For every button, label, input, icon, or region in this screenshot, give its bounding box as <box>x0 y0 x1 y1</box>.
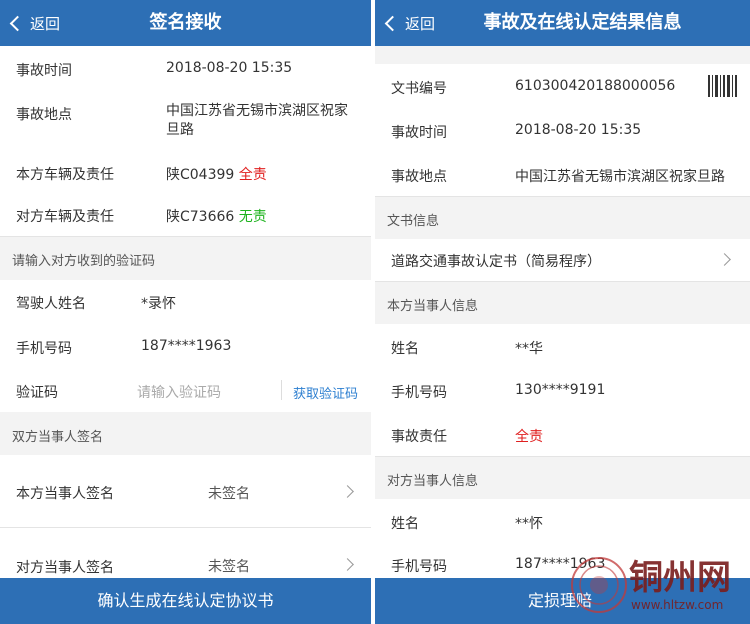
chevron-right-icon <box>341 558 354 571</box>
own-vehicle-row: 本方车辆及责任 陕C04399 全责 <box>0 152 371 195</box>
accident-time-value: 2018-08-20 15:35 <box>515 122 642 138</box>
other-signature-row[interactable]: 对方当事人签名 未签名 <box>0 528 371 578</box>
doc-number-value: 610300420188000056 <box>515 78 676 94</box>
own-responsibility-label: 事故责任 <box>391 429 447 445</box>
other-signature-label: 对方当事人签名 <box>16 560 114 576</box>
accident-time-row: 事故时间 2018-08-20 15:35 <box>0 46 371 91</box>
confirm-generate-button[interactable]: 确认生成在线认定协议书 <box>0 578 371 624</box>
accident-time-row: 事故时间 2018-08-20 15:35 <box>375 108 750 153</box>
own-name-value: **华 <box>515 341 543 357</box>
own-signature-row[interactable]: 本方当事人签名 未签名 <box>0 455 371 528</box>
accident-place-value: 中国江苏省无锡市滨湖区祝家旦路 <box>166 103 348 138</box>
verification-code-label: 验证码 <box>16 385 58 401</box>
barcode-icon[interactable] <box>708 75 739 97</box>
own-vehicle-label: 本方车辆及责任 <box>16 167 114 183</box>
other-phone-label: 手机号码 <box>391 559 447 575</box>
own-party-section-header: 本方当事人信息 <box>375 282 750 324</box>
own-name-row: 姓名 **华 <box>375 324 750 369</box>
page-title: 签名接收 <box>149 12 222 33</box>
signature-section-header: 双方当事人签名 <box>0 412 371 454</box>
accident-place-label: 事故地点 <box>391 169 447 185</box>
verification-code-row: 验证码 请输入验证码 获取验证码 <box>0 368 371 413</box>
own-plate: 陕C04399 <box>166 167 235 183</box>
driver-name-row: 驾驶人姓名 *录怀 <box>0 280 371 325</box>
own-phone-row: 手机号码 130****9191 <box>375 368 750 413</box>
verification-code-input[interactable]: 请输入验证码 <box>137 382 272 402</box>
accident-place-row: 事故地点 中国江苏省无锡市滨湖区祝家旦路 <box>375 152 750 197</box>
doc-number-label: 文书编号 <box>391 81 447 97</box>
own-signature-status: 未签名 <box>208 486 250 502</box>
own-signature-label: 本方当事人签名 <box>16 486 114 502</box>
driver-name-value: *录怀 <box>141 296 176 312</box>
sign-receive-screen: 返回 签名接收 事故时间 2018-08-20 15:35 事故地点 中国江苏省… <box>0 0 371 624</box>
chevron-right-icon <box>341 485 354 498</box>
chevron-right-icon <box>718 253 731 266</box>
accident-time-label: 事故时间 <box>391 125 447 141</box>
get-code-button[interactable]: 获取验证码 <box>293 383 358 402</box>
top-bar: 返回 签名接收 <box>0 0 371 46</box>
accident-place-label: 事故地点 <box>16 107 72 123</box>
own-responsibility-row: 事故责任 全责 <box>375 412 750 457</box>
other-vehicle-row: 对方车辆及责任 陕C73666 无责 <box>0 194 371 237</box>
other-signature-status: 未签名 <box>208 559 250 575</box>
doc-number-row: 文书编号 610300420188000056 <box>375 64 750 109</box>
own-responsibility: 全责 <box>238 167 267 183</box>
accident-place-row: 事故地点 中国江苏省无锡市滨湖区祝家旦路 <box>0 90 371 153</box>
verify-section-title: 请输入对方收到的验证码 <box>12 254 156 269</box>
other-vehicle-label: 对方车辆及责任 <box>16 209 114 225</box>
own-phone-value: 130****9191 <box>515 382 606 398</box>
driver-name-label: 驾驶人姓名 <box>16 296 86 312</box>
watermark-logo: 铜州网 www.hltzw.com <box>569 550 744 620</box>
page-title: 事故及在线认定结果信息 <box>483 12 682 33</box>
other-party-section-header: 对方当事人信息 <box>375 457 750 499</box>
other-name-row: 姓名 **怀 <box>375 499 750 544</box>
accident-place-value: 中国江苏省无锡市滨湖区祝家旦路 <box>515 169 725 185</box>
other-name-value: **怀 <box>515 516 543 532</box>
doc-section-header: 文书信息 <box>375 197 750 239</box>
watermark-text: 铜州网 <box>629 558 731 598</box>
accident-time-label: 事故时间 <box>16 63 72 79</box>
signature-section-title: 双方当事人签名 <box>12 430 104 445</box>
verify-section-header: 请输入对方收到的验证码 <box>0 237 371 279</box>
doc-section-title: 文书信息 <box>387 214 440 229</box>
watermark-url: www.hltzw.com <box>631 598 724 612</box>
other-plate: 陕C73666 <box>166 209 235 225</box>
result-info-screen: 返回 事故及在线认定结果信息 文书编号 610300420188000056 事… <box>375 0 750 624</box>
own-phone-label: 手机号码 <box>391 385 447 401</box>
other-name-label: 姓名 <box>391 516 419 532</box>
own-responsibility-value: 全责 <box>515 429 543 445</box>
input-divider <box>281 380 282 400</box>
accident-certificate-label: 道路交通事故认定书（简易程序） <box>391 254 601 270</box>
phone-value: 187****1963 <box>141 338 232 354</box>
phone-label: 手机号码 <box>16 341 72 357</box>
accident-certificate-link[interactable]: 道路交通事故认定书（简易程序） <box>375 239 750 282</box>
phone-row: 手机号码 187****1963 <box>0 324 371 369</box>
own-name-label: 姓名 <box>391 341 419 357</box>
other-party-section-title: 对方当事人信息 <box>387 474 479 489</box>
accident-time-value: 2018-08-20 15:35 <box>166 60 293 76</box>
top-bar: 返回 事故及在线认定结果信息 <box>375 0 750 46</box>
own-party-section-title: 本方当事人信息 <box>387 299 479 314</box>
other-responsibility: 无责 <box>238 209 267 225</box>
